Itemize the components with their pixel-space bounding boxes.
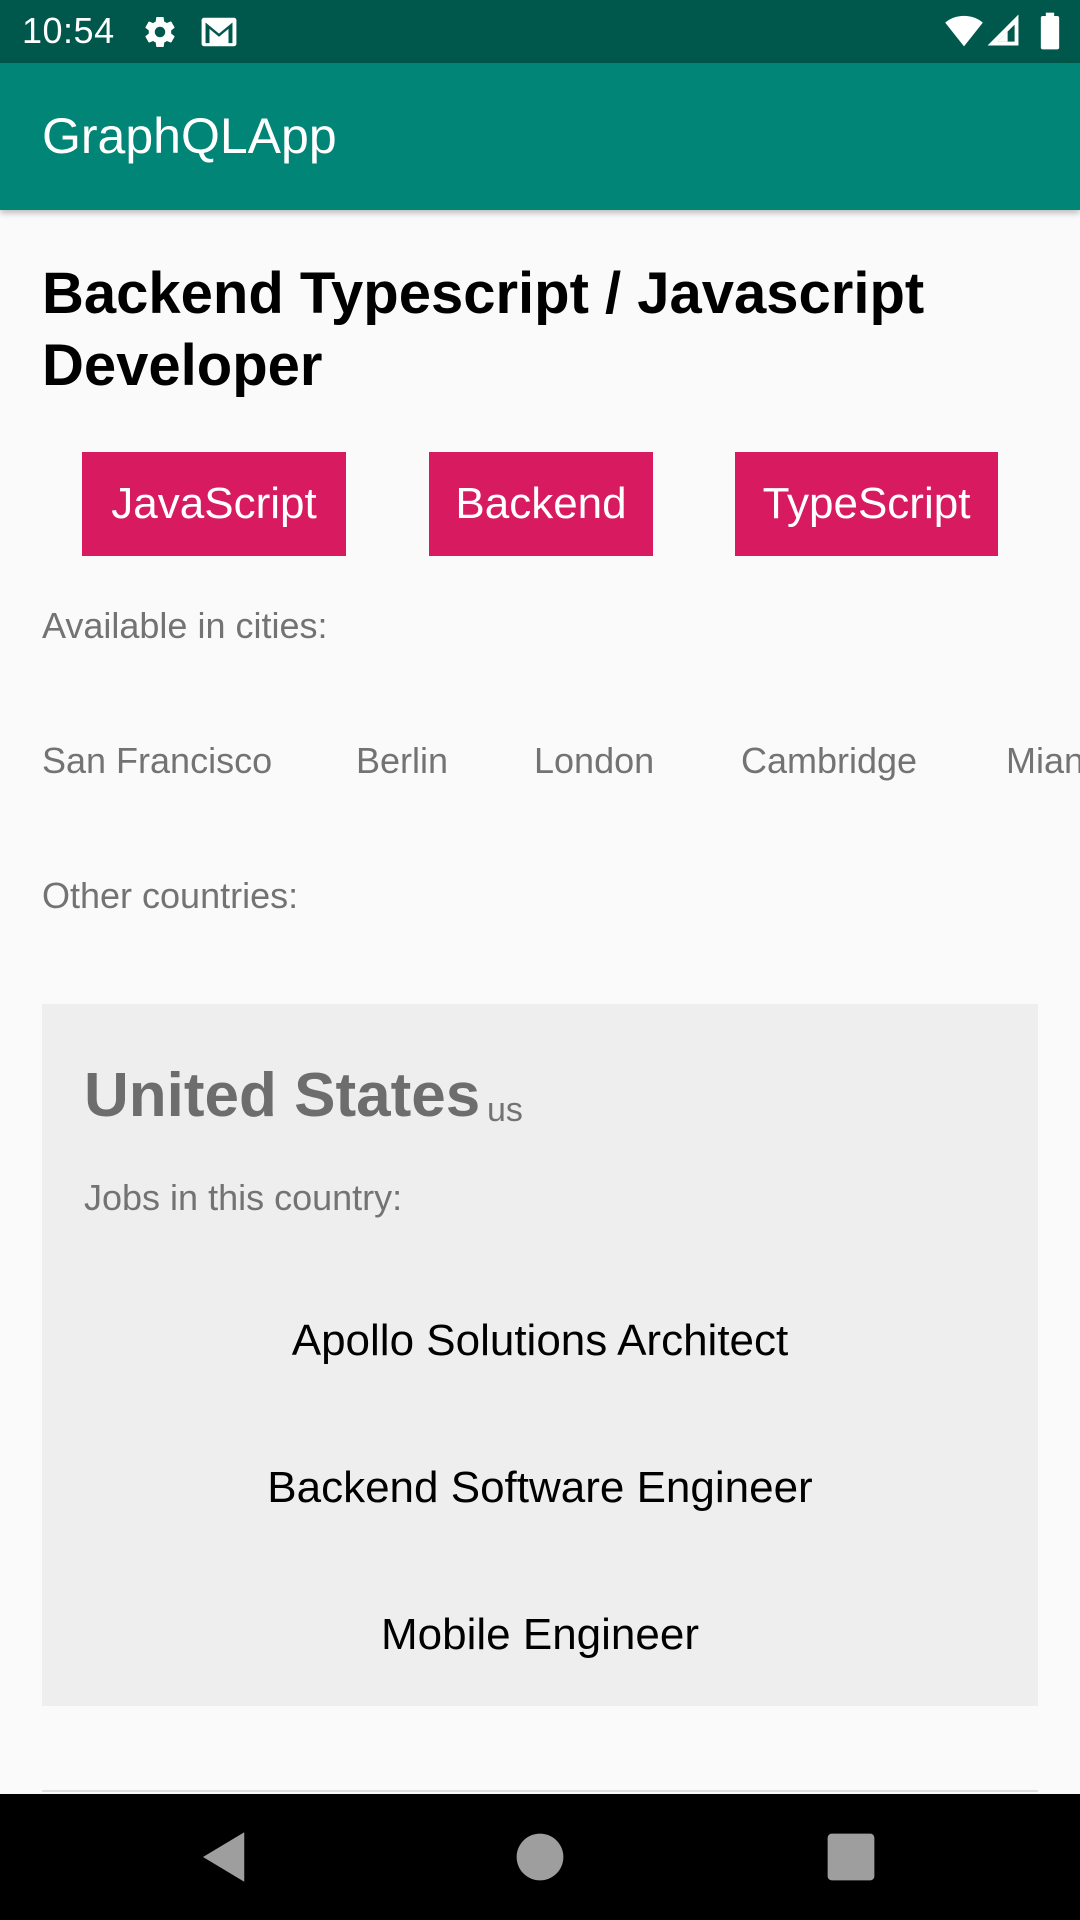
tag-javascript[interactable]: JavaScript <box>82 452 346 556</box>
cities-label: Available in cities: <box>42 605 328 646</box>
city-item[interactable]: Cambridge <box>741 738 917 784</box>
city-item[interactable]: London <box>534 738 654 784</box>
status-bar: 10:54 <box>0 0 1080 63</box>
tag-backend[interactable]: Backend <box>429 452 653 556</box>
cities-list[interactable]: San Francisco Berlin London Cambridge Mi… <box>0 738 1080 788</box>
app-bar: GraphQLApp <box>0 63 1080 210</box>
app-title: GraphQLApp <box>42 108 337 164</box>
city-item[interactable]: Mian <box>1006 738 1080 784</box>
country-name: United States <box>84 1061 481 1130</box>
wifi-icon <box>945 15 983 47</box>
city-item[interactable]: Berlin <box>356 738 448 784</box>
country-code: us <box>487 1091 523 1129</box>
recents-icon[interactable] <box>818 1824 884 1890</box>
tag-typescript[interactable]: TypeScript <box>735 452 998 556</box>
countries-label: Other countries: <box>42 875 299 916</box>
signal-icon <box>987 14 1019 46</box>
home-icon[interactable] <box>507 1824 573 1890</box>
divider <box>42 1790 1038 1792</box>
battery-icon <box>1040 12 1060 50</box>
city-item[interactable]: San Francisco <box>42 738 272 784</box>
country-card[interactable]: United States us Jobs in this country: A… <box>42 1004 1038 1706</box>
job-list-item[interactable]: Mobile Engineer <box>42 1607 1038 1663</box>
job-title: Backend Typescript / Javascript Develope… <box>42 261 925 398</box>
jobs-label: Jobs in this country: <box>84 1177 403 1218</box>
settings-icon <box>145 17 175 48</box>
job-list-item[interactable]: Backend Software Engineer <box>42 1460 1038 1516</box>
back-icon[interactable] <box>192 1824 258 1890</box>
job-list-item[interactable]: Apollo Solutions Architect <box>42 1313 1038 1369</box>
navigation-bar <box>0 1794 1080 1920</box>
status-time: 10:54 <box>22 10 115 51</box>
gmail-icon <box>201 17 237 47</box>
